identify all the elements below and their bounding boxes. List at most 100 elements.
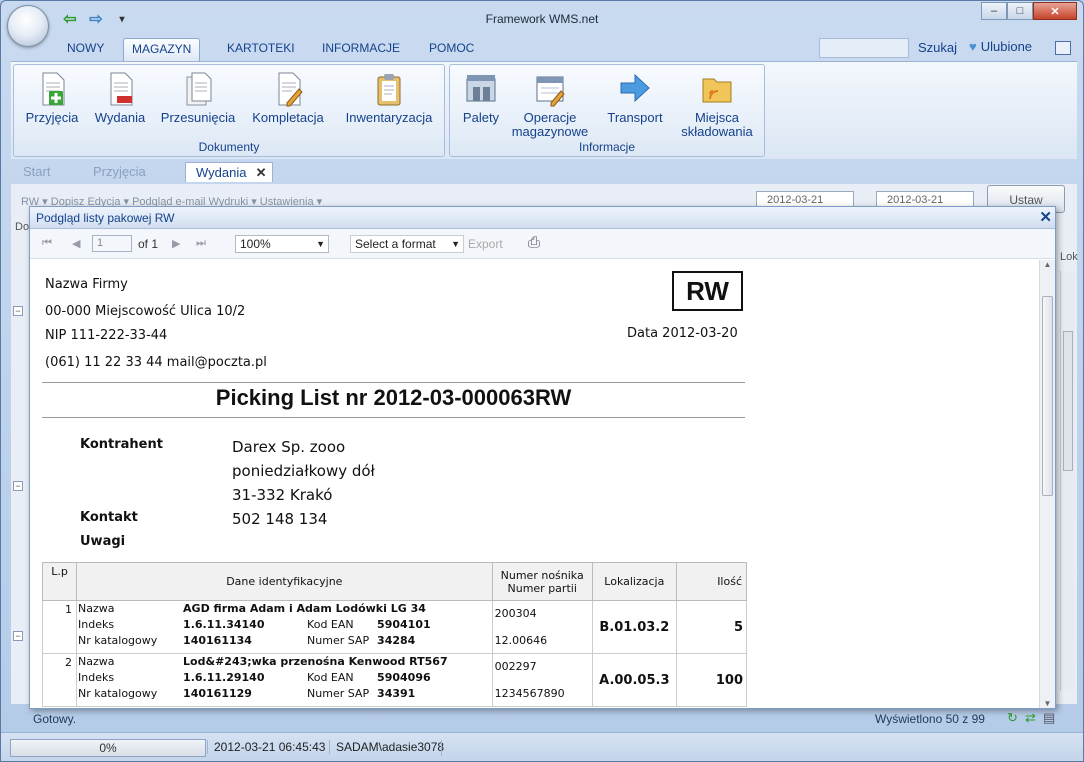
inwentaryzacja-button[interactable]: Inwentaryzacja	[340, 71, 438, 125]
divider	[42, 417, 745, 418]
items-table: L.p Dane identyfikacyjne Numer nośnika N…	[41, 562, 748, 707]
label-nazwa: Nazwa	[78, 655, 115, 668]
wydania-button[interactable]: Wydania	[92, 71, 148, 125]
kompletacja-button[interactable]: Kompletacja	[248, 71, 328, 125]
tab-magazyn[interactable]: MAGAZYN	[123, 38, 201, 61]
first-page-icon[interactable]: ⏮	[42, 237, 52, 250]
background-scrollbar[interactable]	[1060, 271, 1075, 691]
miejsca-skladowania-button[interactable]: Miejsca składowania	[676, 71, 758, 139]
group-expander[interactable]: −	[13, 306, 23, 316]
transport-label: Transport	[607, 110, 663, 125]
cell-dane: Nazwa AGD firma Adam i Adam Lodówki LG 3…	[76, 600, 493, 654]
page-number-input[interactable]: 1	[92, 235, 132, 252]
favorites-button[interactable]: ♥ Ulubione	[969, 39, 1032, 54]
close-icon[interactable]: ✕	[1033, 2, 1077, 20]
tab-nowy[interactable]: NOWY	[59, 41, 112, 55]
tab-informacje[interactable]: INFORMACJE	[314, 41, 408, 55]
item-indeks: 1.6.11.34140	[183, 618, 265, 631]
search-button[interactable]: Szukaj	[918, 40, 957, 55]
item-nosnik: 002297	[494, 660, 537, 673]
kompletacja-label: Kompletacja	[252, 110, 324, 125]
doc-tab-przyjecia[interactable]: Przyjęcia	[83, 162, 156, 182]
document-remove-icon	[110, 72, 133, 106]
group-informacje: Palety Operacje magazynowe Transport Mie…	[449, 64, 765, 157]
notes-label: Uwagi	[80, 534, 126, 549]
document-date: Data 2012-03-20	[627, 326, 738, 341]
page-count-label: of 1	[138, 237, 159, 251]
group-dokumenty: Przyjęcia Wydania Przesunięcia Kompletac…	[13, 64, 445, 157]
sync-icon[interactable]: ⇄	[1025, 710, 1036, 726]
last-page-icon[interactable]: ⏭	[196, 237, 206, 250]
item-katalog: 140161129	[183, 687, 252, 700]
cell-lokalizacja: A.00.05.3	[591, 653, 677, 707]
refresh-icon[interactable]: ↻	[1007, 710, 1018, 726]
tab-close-icon[interactable]: ✕	[256, 163, 267, 182]
doc-tab-start[interactable]: Start	[13, 162, 60, 182]
dialog-close-icon[interactable]: ✕	[1039, 207, 1052, 229]
cell-lp: 2	[41, 653, 78, 707]
window-title: Framework WMS.net	[485, 12, 599, 26]
next-page-icon[interactable]: ▶	[172, 237, 180, 250]
header-lp: L.p	[41, 562, 78, 601]
table-row[interactable]: 2 Nazwa Lod&#243;wka przenośna Kenwood R…	[41, 653, 748, 707]
pallet-building-icon	[466, 75, 496, 102]
cell-lp: 1	[41, 600, 78, 654]
zoom-select[interactable]: 100% ▼	[235, 235, 329, 253]
label-sap: Numer SAP	[307, 634, 370, 647]
table-row[interactable]: 1 Nazwa AGD firma Adam i Adam Lodówki LG…	[41, 600, 748, 654]
status-separator	[441, 740, 448, 756]
background-column-left: Do	[15, 221, 30, 233]
group-expander[interactable]: −	[13, 631, 23, 641]
format-select[interactable]: Select a format ▼	[350, 235, 464, 253]
report-scrollbar[interactable]: ▲ ▼	[1039, 260, 1055, 708]
contractor-name: Darex Sp. zooo	[232, 438, 346, 456]
group-informacje-label: Informacje	[578, 140, 636, 154]
header-nosnik: Numer nośnika	[500, 568, 584, 582]
printer-icon[interactable]: ⎙	[528, 234, 540, 251]
table-header-row: L.p Dane identyfikacyjne Numer nośnika N…	[41, 562, 748, 601]
cell-ilosc: 5	[675, 600, 748, 654]
tab-kartoteki[interactable]: KARTOTEKI	[219, 41, 303, 55]
operacje-magazynowe-button[interactable]: Operacje magazynowe	[508, 71, 592, 139]
status-ready: Gotowy.	[33, 712, 77, 726]
filter-icon[interactable]: ▤	[1043, 710, 1055, 726]
item-ean: 5904101	[377, 618, 431, 631]
folder-feed-icon	[702, 78, 732, 103]
scroll-down-icon[interactable]: ▼	[1040, 699, 1055, 708]
application-menu-orb[interactable]	[7, 5, 49, 47]
doc-tab-wydania[interactable]: Wydania ✕	[185, 162, 274, 182]
scroll-up-icon[interactable]: ▲	[1040, 260, 1055, 269]
przyjecia-label: Przyjęcia	[25, 110, 79, 125]
maximize-icon[interactable]: □	[1007, 2, 1033, 20]
doc-tab-wydania-label: Wydania	[196, 165, 247, 180]
palety-label: Palety	[462, 110, 500, 125]
group-dokumenty-label: Dokumenty	[198, 140, 260, 154]
document-type-box: RW	[672, 271, 743, 311]
picking-list-title: Picking List nr 2012-03-000063RW	[215, 385, 572, 410]
arrow-right-icon	[620, 73, 650, 103]
contractor-city: 31-332 Krakó	[232, 486, 333, 504]
divider	[42, 382, 745, 383]
group-expander[interactable]: −	[13, 481, 23, 491]
palety-button[interactable]: Palety	[456, 71, 506, 125]
export-link[interactable]: Export	[468, 237, 503, 251]
tab-pomoc[interactable]: POMOC	[421, 41, 482, 55]
scrollbar-thumb[interactable]	[1042, 296, 1053, 496]
przyjecia-button[interactable]: Przyjęcia	[22, 71, 82, 125]
item-sap: 34284	[377, 634, 416, 647]
documents-move-icon	[186, 72, 212, 106]
minimize-icon[interactable]: –	[981, 2, 1007, 20]
item-partia: 1234567890	[494, 687, 565, 700]
przesuniecia-button[interactable]: Przesunięcia	[158, 71, 238, 125]
item-partia: 12.00646	[494, 634, 548, 647]
previous-page-icon[interactable]: ◀	[72, 237, 80, 250]
item-name: Lod&#243;wka przenośna Kenwood RT567	[183, 655, 448, 668]
inwentaryzacja-label: Inwentaryzacja	[345, 110, 433, 125]
company-name: Nazwa Firmy	[45, 277, 128, 292]
search-input[interactable]	[819, 38, 909, 58]
status-datetime: 2012-03-21 06:45:43	[207, 740, 325, 754]
favorites-label: Ulubione	[980, 39, 1033, 54]
transport-button[interactable]: Transport	[600, 71, 670, 125]
item-sap: 34391	[377, 687, 416, 700]
ribbon-options-icon[interactable]	[1055, 41, 1071, 55]
